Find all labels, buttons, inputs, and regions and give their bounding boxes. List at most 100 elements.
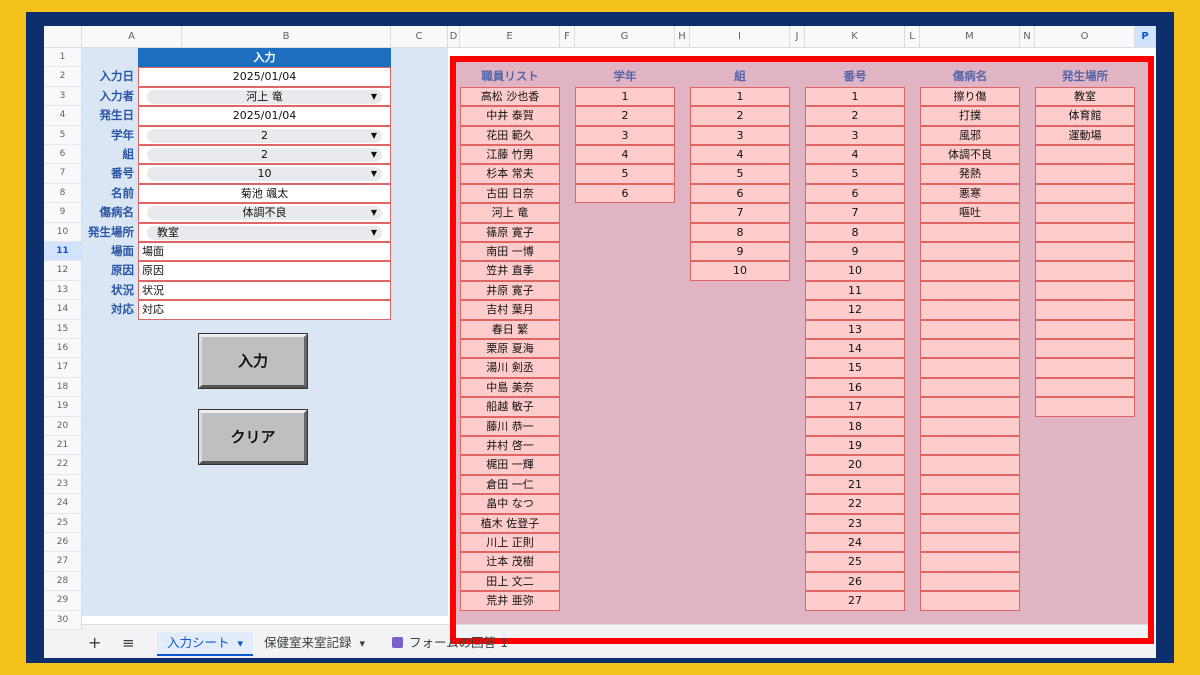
form-label: 対応 [111, 302, 134, 317]
form-label: 学年 [111, 127, 134, 142]
form-input-cell[interactable]: 菊池 颯太 [138, 183, 391, 204]
row-header-4[interactable]: 4 [44, 106, 82, 126]
row-header-3[interactable]: 3 [44, 86, 82, 107]
form-label: 発生日 [99, 108, 135, 123]
row-header-17[interactable]: 17 [44, 358, 82, 378]
chevron-down-icon[interactable]: ▾ [238, 637, 244, 650]
column-header-o[interactable]: O [1035, 26, 1135, 48]
row-header-8[interactable]: 8 [44, 183, 82, 204]
column-header-e[interactable]: E [460, 26, 560, 48]
column-header-f[interactable]: F [560, 26, 575, 48]
column-header-i[interactable]: I [690, 26, 790, 48]
form-label: 入力日 [99, 69, 135, 84]
row-header-2[interactable]: 2 [44, 67, 82, 87]
add-sheet-icon[interactable]: + [88, 632, 101, 656]
dropdown-value: 2 [261, 128, 268, 142]
column-header-p[interactable]: P [1135, 26, 1156, 48]
form-responses-icon [392, 637, 403, 648]
dropdown-chip[interactable]: 10 ▼ [147, 167, 382, 182]
row-header-9[interactable]: 9 [44, 203, 82, 223]
form-dropdown-cell[interactable]: 教室 ▼ [138, 222, 391, 242]
row-header-20[interactable]: 20 [44, 416, 82, 436]
row-header-5[interactable]: 5 [44, 125, 82, 145]
sheet-tab[interactable]: 保健室来室記録 ▾ [254, 632, 375, 656]
dropdown-arrow-icon: ▼ [370, 208, 377, 218]
row-header-10[interactable]: 10 [44, 222, 82, 242]
row-header-29[interactable]: 29 [44, 591, 82, 611]
form-input-cell[interactable]: 2025/01/04 [138, 67, 391, 87]
row-header-22[interactable]: 22 [44, 455, 82, 475]
dropdown-chip[interactable]: 河上 竜 ▼ [147, 89, 382, 104]
form-dropdown-cell[interactable]: 体調不良 ▼ [138, 203, 391, 223]
dropdown-arrow-icon: ▼ [370, 91, 377, 101]
column-header-m[interactable]: M [920, 26, 1020, 48]
dropdown-value: 2 [261, 148, 268, 161]
form-label: 番号 [111, 166, 134, 181]
column-header-a[interactable]: A [82, 26, 182, 48]
row-header-15[interactable]: 15 [44, 319, 82, 339]
row-header-13[interactable]: 13 [44, 280, 82, 301]
row-header-19[interactable]: 19 [44, 397, 82, 417]
dropdown-chip[interactable]: 教室 ▼ [147, 225, 382, 240]
sheet-tab-label: 入力シート [167, 635, 230, 650]
column-header-n[interactable]: N [1020, 26, 1035, 48]
row-header-25[interactable]: 25 [44, 513, 82, 533]
dropdown-value: 10 [257, 167, 272, 181]
input-button[interactable]: 入力 [198, 333, 308, 389]
row-header-24[interactable]: 24 [44, 494, 82, 514]
column-header-d[interactable]: D [448, 26, 460, 48]
row-header-16[interactable]: 16 [44, 339, 82, 359]
dropdown-value: 河上 竜 [246, 89, 283, 103]
row-header-7[interactable]: 7 [44, 164, 82, 184]
form-dropdown-cell[interactable]: 2 ▼ [138, 125, 391, 145]
dropdown-arrow-icon: ▼ [370, 169, 377, 179]
chevron-down-icon[interactable]: ▾ [360, 637, 366, 650]
form-label: 傷病名 [99, 205, 135, 220]
row-header-30[interactable]: 30 [44, 610, 82, 630]
dropdown-value: 体調不良 [242, 206, 287, 220]
row-header-28[interactable]: 28 [44, 571, 82, 592]
dropdown-chip[interactable]: 体調不良 ▼ [147, 206, 382, 221]
dropdown-chip[interactable]: 2 ▼ [147, 148, 382, 162]
row-header-12[interactable]: 12 [44, 261, 82, 281]
column-header-b[interactable]: B [182, 26, 391, 48]
row-header-21[interactable]: 21 [44, 436, 82, 456]
clear-button[interactable]: クリア [198, 409, 308, 465]
dropdown-arrow-icon: ▼ [370, 150, 377, 159]
sheet-tab[interactable]: 入力シート ▾ [157, 632, 254, 656]
row-header-1[interactable]: 1 [44, 48, 82, 68]
row-header-18[interactable]: 18 [44, 377, 82, 398]
row-header-11[interactable]: 11 [44, 242, 82, 262]
row-header-23[interactable]: 23 [44, 474, 82, 495]
row-header-26[interactable]: 26 [44, 533, 82, 553]
form-input-cell[interactable]: 対応 [138, 300, 391, 320]
form-dropdown-cell[interactable]: 河上 竜 ▼ [138, 86, 391, 107]
form-dropdown-cell[interactable]: 2 ▼ [138, 145, 391, 165]
sheet-tab-label: フォームの回答 1 [409, 635, 509, 650]
dropdown-chip[interactable]: 2 ▼ [147, 128, 382, 143]
select-all-corner[interactable] [44, 26, 82, 48]
form-label: 組 [122, 147, 135, 161]
column-header-c[interactable]: C [391, 26, 448, 48]
form-input-cell[interactable]: 2025/01/04 [138, 106, 391, 126]
row-header-6[interactable]: 6 [44, 145, 82, 165]
column-header-l[interactable]: L [905, 26, 920, 48]
all-sheets-menu-icon[interactable]: ≡ [122, 632, 135, 656]
highlight-box [450, 56, 1154, 644]
form-input-cell[interactable]: 原因 [138, 261, 391, 281]
spreadsheet-window: 入力 入力 クリア + ≡ ABCDEFGHIJKLMNOP1234567891… [44, 26, 1156, 658]
form-dropdown-cell[interactable]: 10 ▼ [138, 164, 391, 184]
form-input-cell[interactable]: 場面 [138, 242, 391, 262]
form-label: 状況 [111, 282, 134, 297]
column-header-g[interactable]: G [575, 26, 675, 48]
form-input-cell[interactable]: 状況 [138, 280, 391, 301]
column-header-k[interactable]: K [805, 26, 905, 48]
sheet-tab-label: 保健室来室記録 [264, 635, 352, 650]
row-header-27[interactable]: 27 [44, 552, 82, 572]
column-header-j[interactable]: J [790, 26, 805, 48]
row-header-14[interactable]: 14 [44, 300, 82, 320]
dropdown-arrow-icon: ▼ [370, 130, 377, 140]
form-label: 発生場所 [88, 224, 134, 239]
column-header-h[interactable]: H [675, 26, 690, 48]
sheet-tab[interactable]: フォームの回答 1 [382, 632, 518, 656]
